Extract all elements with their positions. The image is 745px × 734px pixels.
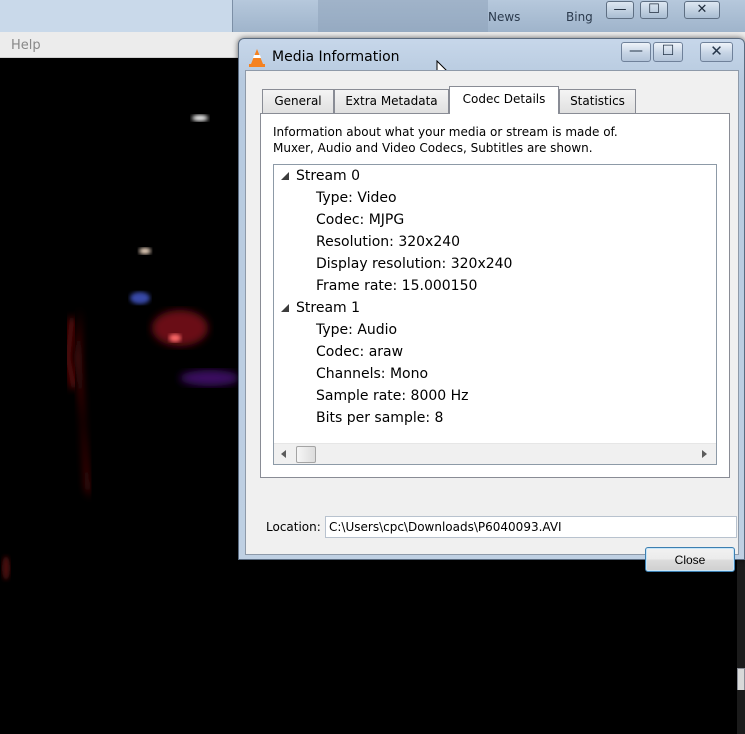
stream-property[interactable]: Codec: araw <box>316 341 403 363</box>
tree-item-stream-0[interactable]: Stream 0 <box>274 165 716 187</box>
stream-property[interactable]: Bits per sample: 8 <box>316 407 443 429</box>
scroll-right-arrow-icon[interactable] <box>699 449 709 459</box>
stream-label: Stream 0 <box>296 168 361 184</box>
stream-property[interactable]: Resolution: 320x240 <box>316 231 460 253</box>
stream-property[interactable]: Type: Video <box>316 187 397 209</box>
scroll-left-arrow-icon[interactable] <box>279 449 289 459</box>
location-label: Location: <box>266 520 321 534</box>
window-edge <box>737 560 745 734</box>
background-bing-link: Bing <box>566 10 593 24</box>
info-text-line-2: Muxer, Audio and Video Codecs, Subtitles… <box>273 141 593 155</box>
background-browser-toolbar <box>318 0 488 32</box>
tree-item-stream-1[interactable]: Stream 1 <box>274 297 716 319</box>
close-window-button[interactable]: ✕ <box>700 42 733 62</box>
tab-codec-details[interactable]: Codec Details <box>449 86 559 114</box>
tab-statistics[interactable]: Statistics <box>559 89 636 113</box>
menu-help[interactable]: Help <box>11 38 41 53</box>
location-field[interactable]: C:\Users\cpc\Downloads\P6040093.AVI <box>325 516 737 538</box>
background-news-link: News <box>488 10 521 24</box>
stream-property[interactable]: Type: Audio <box>316 319 397 341</box>
tab-extra-metadata[interactable]: Extra Metadata <box>334 89 449 113</box>
close-button[interactable]: Close <box>645 547 735 572</box>
tab-general[interactable]: General <box>262 89 334 113</box>
background-window-strip: News Bing — ☐ ✕ <box>0 0 745 32</box>
stream-property[interactable]: Frame rate: 15.000150 <box>316 275 477 297</box>
background-maximize-button[interactable]: ☐ <box>640 1 668 19</box>
horizontal-scrollbar[interactable] <box>274 443 716 464</box>
dialog-title: Media Information <box>272 49 400 65</box>
minimize-button[interactable]: — <box>621 42 651 62</box>
stream-property[interactable]: Sample rate: 8000 Hz <box>316 385 469 407</box>
background-minimize-button[interactable]: — <box>606 1 634 19</box>
media-information-dialog: Media Information — ☐ ✕ General Extra Me… <box>238 38 745 572</box>
stream-property[interactable]: Display resolution: 320x240 <box>316 253 512 275</box>
scrollbar-thumb[interactable] <box>296 446 316 463</box>
stream-property[interactable]: Codec: MJPG <box>316 209 404 231</box>
background-close-button[interactable]: ✕ <box>684 1 720 19</box>
codec-details-panel: Information about what your media or str… <box>260 113 730 478</box>
stream-property[interactable]: Channels: Mono <box>316 363 428 385</box>
expanded-arrow-icon[interactable] <box>281 303 291 313</box>
expanded-arrow-icon[interactable] <box>281 171 291 181</box>
stream-tree[interactable]: Stream 0 Type: Video Codec: MJPG Resolut… <box>273 164 717 465</box>
vlc-cone-icon <box>249 49 265 67</box>
stream-label: Stream 1 <box>296 300 361 316</box>
dialog-client-area: General Extra Metadata Codec Details Sta… <box>245 70 739 572</box>
info-text-line-1: Information about what your media or str… <box>273 125 618 139</box>
maximize-button[interactable]: ☐ <box>653 42 683 62</box>
